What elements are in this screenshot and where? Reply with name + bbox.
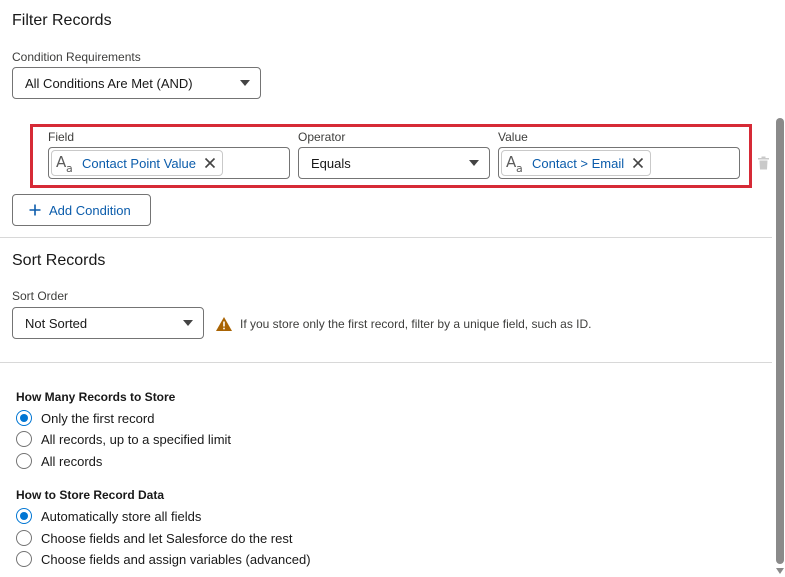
value-label: Value <box>498 130 528 144</box>
radio-button[interactable] <box>16 431 32 447</box>
plus-icon <box>29 204 41 216</box>
sort-records-title: Sort Records <box>12 252 106 269</box>
remove-icon[interactable] <box>204 157 216 169</box>
section-divider <box>0 237 772 238</box>
add-condition-button[interactable]: Add Condition <box>12 194 151 226</box>
field-pill: A a Contact Point Value <box>51 150 223 176</box>
field-pill-label: Contact Point Value <box>82 155 196 171</box>
remove-icon[interactable] <box>632 157 644 169</box>
value-input[interactable]: A a Contact > Email <box>498 147 740 179</box>
radio-all-records-limit[interactable]: All records, up to a specified limit <box>16 431 231 447</box>
filter-records-title: Filter Records <box>12 12 112 29</box>
scroll-down-arrow-icon[interactable] <box>776 568 784 574</box>
condition-requirements-value: All Conditions Are Met (AND) <box>25 75 193 91</box>
radio-choose-fields-variables[interactable]: Choose fields and assign variables (adva… <box>16 551 311 567</box>
add-condition-label: Add Condition <box>49 202 131 218</box>
section-divider <box>0 362 772 363</box>
sort-order-value: Not Sorted <box>25 315 88 331</box>
chevron-down-icon <box>469 160 479 166</box>
trash-icon[interactable] <box>757 156 770 170</box>
chevron-down-icon <box>183 320 193 326</box>
svg-text:a: a <box>66 162 73 174</box>
radio-label: All records <box>41 453 103 469</box>
radio-button[interactable] <box>16 530 32 546</box>
radio-button[interactable] <box>16 551 32 567</box>
text-type-icon: A a <box>56 153 73 174</box>
sort-order-combobox[interactable]: Not Sorted <box>12 307 204 339</box>
radio-button-selected[interactable] <box>16 508 32 524</box>
radio-label: Automatically store all fields <box>41 508 202 524</box>
field-label: Field <box>48 130 75 144</box>
text-type-icon: A a <box>506 153 523 174</box>
operator-label: Operator <box>298 130 346 144</box>
radio-only-first-record[interactable]: Only the first record <box>16 410 154 426</box>
radio-label: Choose fields and assign variables (adva… <box>41 551 311 567</box>
condition-requirements-combobox[interactable]: All Conditions Are Met (AND) <box>12 67 261 99</box>
scrollbar-thumb[interactable] <box>776 118 784 564</box>
svg-text:a: a <box>516 162 523 174</box>
radio-label: All records, up to a specified limit <box>41 431 232 447</box>
radio-button-selected[interactable] <box>16 410 32 426</box>
warning-icon <box>216 317 232 331</box>
sort-order-label: Sort Order <box>12 289 69 303</box>
radio-choose-fields-salesforce[interactable]: Choose fields and let Salesforce do the … <box>16 530 292 546</box>
radio-auto-store-fields[interactable]: Automatically store all fields <box>16 508 201 524</box>
radio-label: Only the first record <box>41 410 155 426</box>
condition-requirements-label: Condition Requirements <box>12 50 141 64</box>
operator-value: Equals <box>311 155 351 171</box>
records-count-title: How Many Records to Store <box>16 390 176 404</box>
operator-combobox[interactable]: Equals <box>298 147 490 179</box>
radio-all-records[interactable]: All records <box>16 453 102 469</box>
value-pill-label: Contact > Email <box>532 155 625 171</box>
radio-button[interactable] <box>16 453 32 469</box>
record-data-title: How to Store Record Data <box>16 488 165 502</box>
radio-label: Choose fields and let Salesforce do the … <box>41 530 293 546</box>
chevron-down-icon <box>240 80 250 86</box>
field-input[interactable]: A a Contact Point Value <box>48 147 290 179</box>
warning-message: If you store only the first record, filt… <box>240 317 592 331</box>
value-pill: A a Contact > Email <box>501 150 652 176</box>
